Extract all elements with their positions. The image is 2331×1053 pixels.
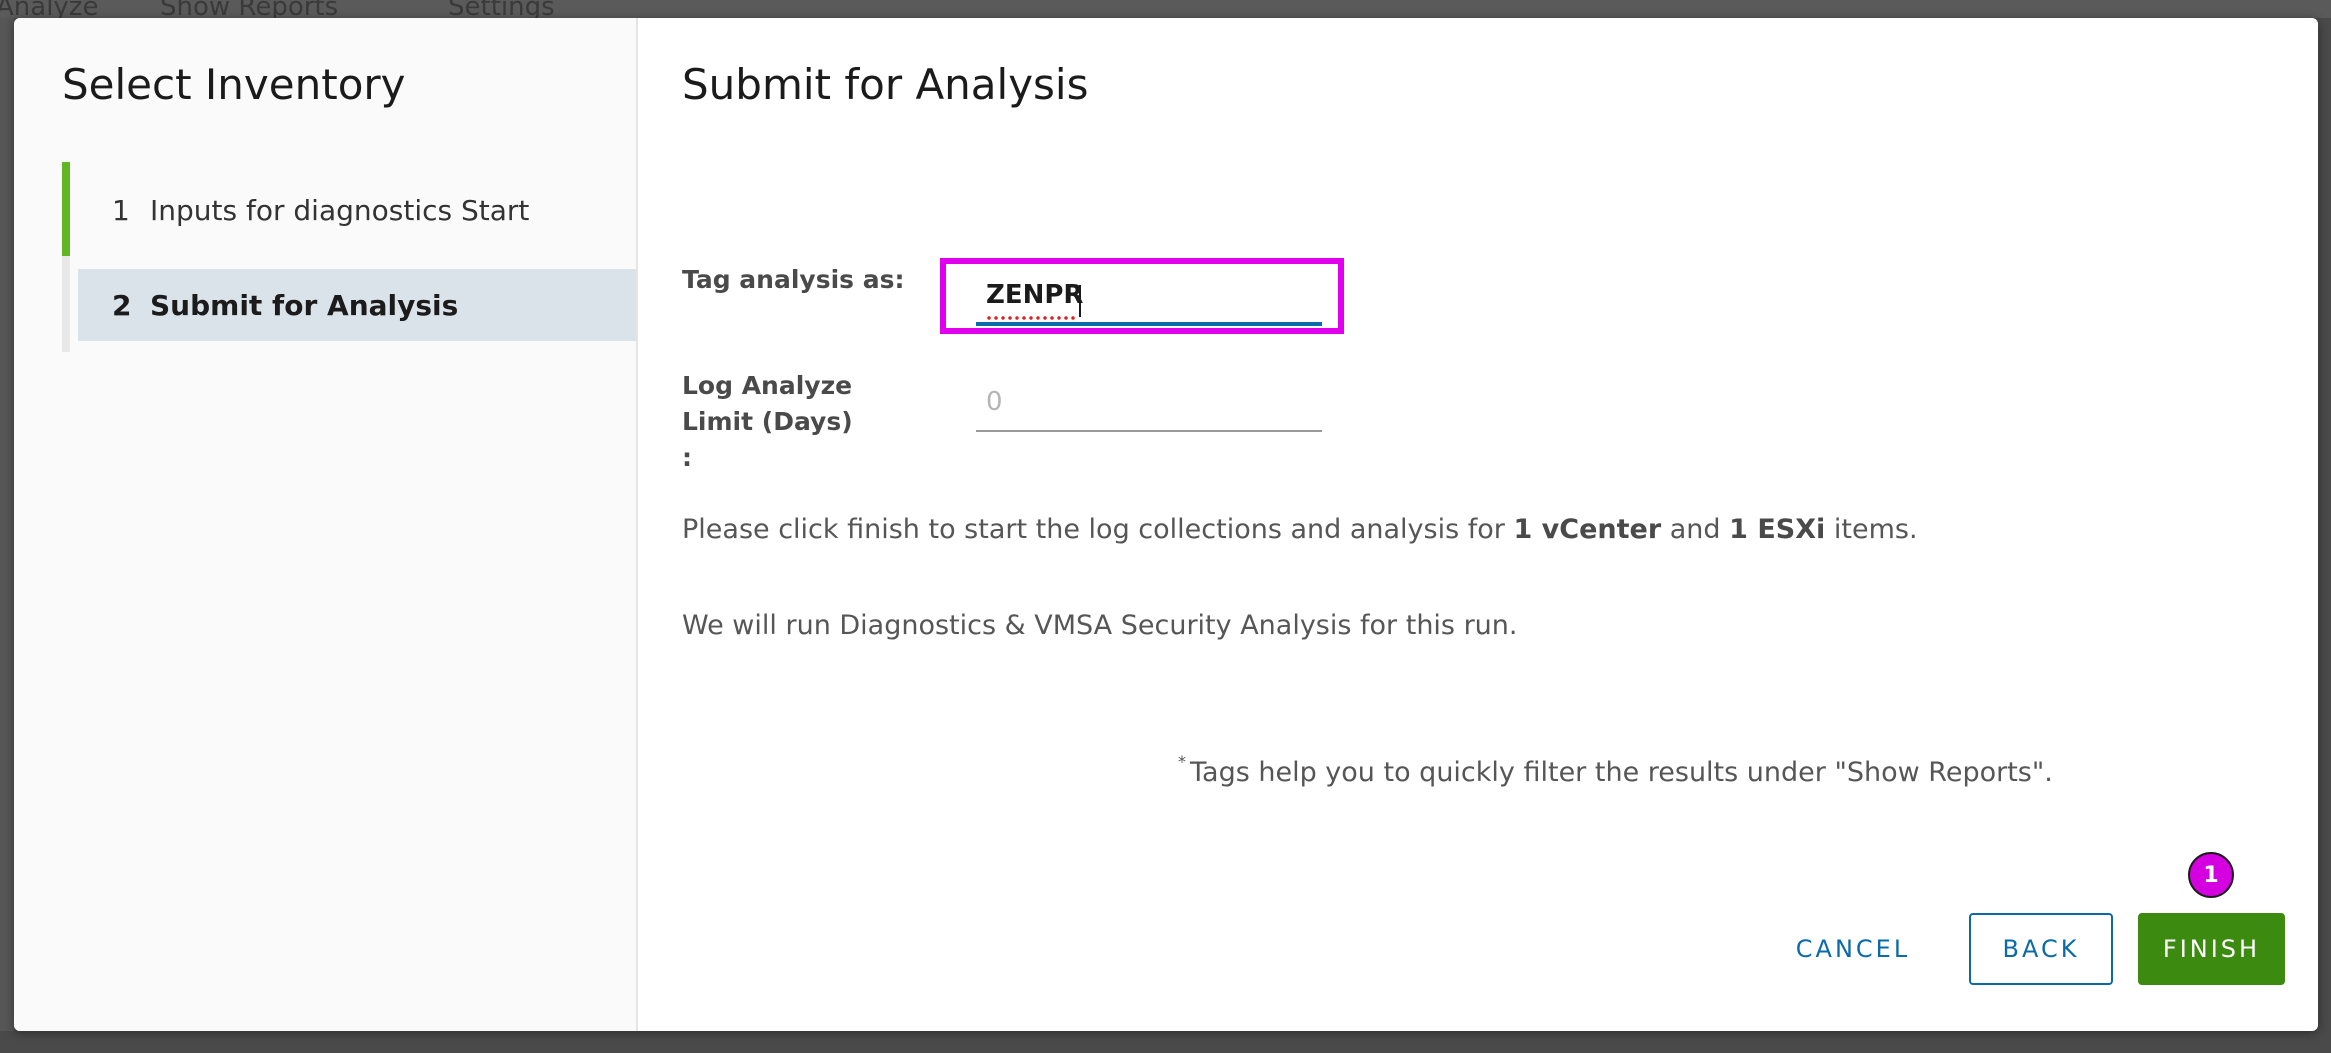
step-number: 2: [112, 288, 132, 322]
page-title: Submit for Analysis: [682, 60, 1089, 109]
bg-tab-analyze: Analyze: [0, 0, 99, 18]
bg-tab-settings: Settings: [448, 0, 555, 18]
step-label: Submit for Analysis: [150, 288, 459, 322]
wizard-content: Submit for Analysis Tag analysis as: Log…: [638, 18, 2318, 1031]
step-inputs-for-diagnostics[interactable]: 1 Inputs for diagnostics Start: [78, 174, 636, 246]
background-app-edge: [0, 18, 14, 1053]
text-caret: [1079, 285, 1081, 317]
annotation-badge: 1: [2188, 852, 2234, 898]
step-label: Inputs for diagnostics Start: [150, 193, 530, 227]
step-submit-for-analysis[interactable]: 2 Submit for Analysis: [78, 269, 636, 341]
log-analyze-limit-label: Log Analyze Limit (Days) :: [682, 371, 853, 472]
tag-analysis-label: Tag analysis as:: [682, 265, 905, 294]
finish-button[interactable]: FINISH: [2138, 913, 2285, 985]
run-description-text: We will run Diagnostics & VMSA Security …: [682, 610, 1518, 641]
tags-footnote: * Tags help you to quickly filter the res…: [1178, 752, 2053, 788]
vcenter-count: 1 vCenter: [1513, 514, 1662, 545]
finish-info-text: Please click finish to start the log col…: [682, 514, 1918, 545]
wizard-title: Select Inventory: [62, 60, 406, 109]
background-app-bottom: [0, 1031, 2331, 1053]
cancel-button[interactable]: CANCEL: [1768, 913, 1938, 985]
footnote-marker: *: [1178, 752, 1186, 771]
wizard-modal: Select Inventory 1 Inputs for diagnostic…: [14, 18, 2318, 1031]
spellcheck-underline: [986, 315, 1078, 321]
step-progress-completed: [62, 162, 70, 256]
esxi-count: 1 ESXi: [1729, 514, 1826, 545]
log-analyze-limit-input[interactable]: [976, 374, 1322, 432]
step-number: 1: [112, 193, 130, 227]
back-button[interactable]: BACK: [1969, 913, 2113, 985]
bg-tab-show-reports: Show Reports: [160, 0, 339, 18]
background-app-tabs: Analyze Show Reports Settings: [0, 0, 2331, 18]
step-navigation: Select Inventory 1 Inputs for diagnostic…: [14, 18, 638, 1031]
